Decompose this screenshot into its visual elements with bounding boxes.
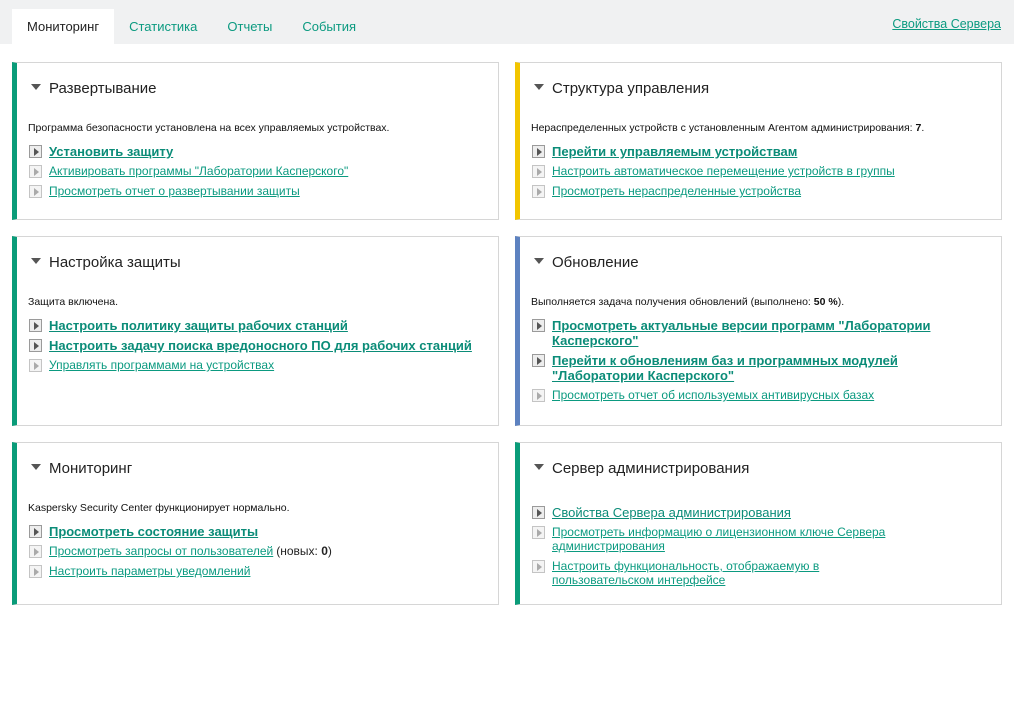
play-icon — [532, 560, 545, 573]
manage-programs-link[interactable]: Управлять программами на устройствах — [49, 358, 274, 372]
link-item: Управлять программами на устройствах — [29, 358, 490, 372]
link-list: Свойства Сервера администрирования Просм… — [532, 505, 921, 593]
card-title-update[interactable]: Обновление — [534, 254, 639, 271]
link-list: Просмотреть состояние защиты Просмотреть… — [29, 524, 490, 584]
collapse-arrow-icon[interactable] — [31, 258, 41, 264]
card-deployment: Развертывание Программа безопасности уст… — [12, 62, 499, 220]
play-icon — [29, 145, 42, 158]
card-description: Программа безопасности установлена на вс… — [28, 122, 390, 134]
play-icon — [29, 359, 42, 372]
update-progress-value: 50 % — [813, 296, 838, 308]
new-requests-count: (новых: 0) — [276, 544, 332, 558]
notification-settings-link[interactable]: Настроить параметры уведомлений — [49, 564, 250, 578]
collapse-arrow-icon[interactable] — [534, 464, 544, 470]
link-item: Просмотреть отчет о развертывании защиты — [29, 184, 490, 198]
deployment-report-link[interactable]: Просмотреть отчет о развертывании защиты — [49, 184, 300, 198]
link-item: Активировать программы "Лаборатории Касп… — [29, 164, 490, 178]
card-description: Выполняется задача получения обновлений … — [531, 296, 845, 308]
card-title-administration-server[interactable]: Сервер администрирования — [534, 460, 749, 477]
card-description: Нераспределенных устройств с установленн… — [531, 122, 925, 134]
collapse-arrow-icon[interactable] — [31, 84, 41, 90]
malware-scan-task-link[interactable]: Настроить задачу поиска вредоносного ПО … — [49, 338, 472, 353]
link-item: Настроить задачу поиска вредоносного ПО … — [29, 338, 490, 353]
license-key-info-link[interactable]: Просмотреть информацию о лицензионном кл… — [552, 525, 921, 553]
link-list: Просмотреть актуальные версии программ "… — [532, 318, 941, 408]
link-list: Перейти к управляемым устройствам Настро… — [532, 144, 993, 204]
link-item: Настроить автоматическое перемещение уст… — [532, 164, 993, 178]
go-to-managed-devices-link[interactable]: Перейти к управляемым устройствам — [552, 144, 797, 159]
link-item: Перейти к обновлениям баз и программных … — [532, 353, 941, 383]
card-protection-settings: Настройка защиты Защита включена. Настро… — [12, 236, 499, 426]
play-icon — [532, 165, 545, 178]
top-bar: Мониторинг Статистика Отчеты События Сво… — [0, 0, 1014, 44]
tab-monitoring[interactable]: Мониторинг — [12, 9, 115, 44]
card-update: Обновление Выполняется задача получения … — [515, 236, 1002, 426]
card-title-protection-settings[interactable]: Настройка защиты — [31, 254, 181, 271]
protection-status-link[interactable]: Просмотреть состояние защиты — [49, 524, 258, 539]
install-protection-link[interactable]: Установить защиту — [49, 144, 173, 159]
collapse-arrow-icon[interactable] — [534, 258, 544, 264]
tab-reports[interactable]: Отчеты — [212, 9, 287, 44]
unassigned-devices-link[interactable]: Просмотреть нераспределенные устройства — [552, 184, 801, 198]
user-requests-link[interactable]: Просмотреть запросы от пользователей — [49, 544, 273, 558]
card-description: Kaspersky Security Center функционирует … — [28, 502, 290, 514]
tab-bar: Мониторинг Статистика Отчеты События — [12, 9, 371, 44]
collapse-arrow-icon[interactable] — [534, 84, 544, 90]
link-item: Просмотреть информацию о лицензионном кл… — [532, 525, 921, 553]
current-versions-link[interactable]: Просмотреть актуальные версии программ "… — [552, 318, 941, 348]
card-title-monitoring[interactable]: Мониторинг — [31, 460, 132, 477]
tab-events[interactable]: События — [287, 9, 371, 44]
link-item: Просмотреть актуальные версии программ "… — [532, 318, 941, 348]
admin-server-properties-link[interactable]: Свойства Сервера администрирования — [552, 505, 791, 520]
play-icon — [29, 185, 42, 198]
activate-programs-link[interactable]: Активировать программы "Лаборатории Касп… — [49, 164, 348, 178]
play-icon — [532, 319, 545, 332]
ui-functionality-link[interactable]: Настроить функциональность, отображаемую… — [552, 559, 921, 587]
play-icon — [29, 165, 42, 178]
play-icon — [29, 339, 42, 352]
play-icon — [29, 525, 42, 538]
play-icon — [532, 506, 545, 519]
link-item: Настроить параметры уведомлений — [29, 564, 490, 578]
tab-statistics[interactable]: Статистика — [114, 9, 212, 44]
play-icon — [29, 319, 42, 332]
antivirus-db-report-link[interactable]: Просмотреть отчет об используемых антиви… — [552, 388, 874, 402]
play-icon — [532, 145, 545, 158]
play-icon — [532, 389, 545, 402]
link-item: Настроить функциональность, отображаемую… — [532, 559, 921, 587]
link-item: Просмотреть отчет об используемых антиви… — [532, 388, 941, 402]
link-item: Просмотреть нераспределенные устройства — [532, 184, 993, 198]
collapse-arrow-icon[interactable] — [31, 464, 41, 470]
link-list: Установить защиту Активировать программы… — [29, 144, 490, 204]
card-administration-server: Сервер администрирования Свойства Сервер… — [515, 442, 1002, 605]
link-item: Установить защиту — [29, 144, 490, 159]
database-updates-link[interactable]: Перейти к обновлениям баз и программных … — [552, 353, 941, 383]
link-item: Перейти к управляемым устройствам — [532, 144, 993, 159]
link-item: Настроить политику защиты рабочих станци… — [29, 318, 490, 333]
card-monitoring: Мониторинг Kaspersky Security Center фун… — [12, 442, 499, 605]
link-list: Настроить политику защиты рабочих станци… — [29, 318, 490, 378]
link-item: Просмотреть состояние защиты — [29, 524, 490, 539]
workstation-policy-link[interactable]: Настроить политику защиты рабочих станци… — [49, 318, 348, 333]
link-item: Свойства Сервера администрирования — [532, 505, 921, 520]
link-item: Просмотреть запросы от пользователей (но… — [29, 544, 490, 558]
card-title-deployment[interactable]: Развертывание — [31, 80, 157, 97]
play-icon — [532, 354, 545, 367]
auto-move-devices-link[interactable]: Настроить автоматическое перемещение уст… — [552, 164, 895, 178]
play-icon — [532, 526, 545, 539]
server-properties-link[interactable]: Свойства Сервера — [892, 17, 1001, 31]
card-management-structure: Структура управления Нераспределенных ус… — [515, 62, 1002, 220]
play-icon — [29, 545, 42, 558]
card-title-management-structure[interactable]: Структура управления — [534, 80, 709, 97]
card-description: Защита включена. — [28, 296, 119, 308]
play-icon — [29, 565, 42, 578]
play-icon — [532, 185, 545, 198]
